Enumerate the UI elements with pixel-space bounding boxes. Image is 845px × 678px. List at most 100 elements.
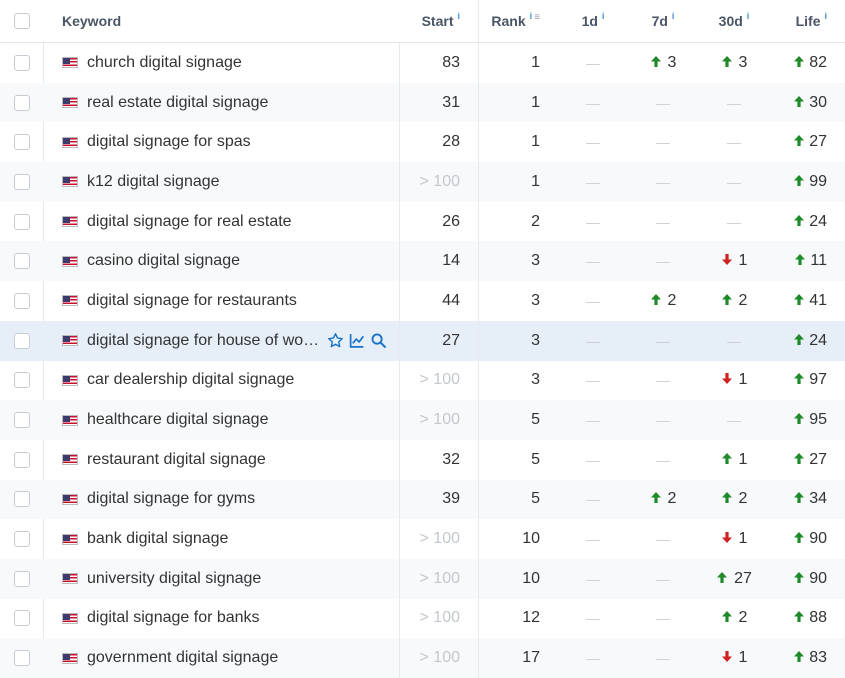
no-change-dash: — bbox=[586, 332, 600, 349]
change-7d-cell: — bbox=[628, 440, 698, 480]
rank-cell: 17 bbox=[522, 649, 540, 667]
keyword-text[interactable]: digital signage for gyms bbox=[87, 490, 255, 508]
header-life[interactable]: Life i bbox=[770, 0, 845, 42]
row-checkbox[interactable] bbox=[14, 94, 30, 111]
trend-chart-icon[interactable] bbox=[348, 332, 366, 349]
change-7d-cell: — bbox=[628, 83, 698, 123]
us-flag-icon bbox=[62, 573, 78, 585]
sort-icon[interactable]: ≡ bbox=[534, 12, 540, 23]
change-value: 3 bbox=[667, 53, 677, 71]
row-checkbox[interactable] bbox=[14, 213, 30, 230]
row-select-cell bbox=[0, 43, 44, 83]
row-checkbox[interactable] bbox=[14, 54, 30, 71]
start-cell: > 100 bbox=[401, 519, 479, 559]
keyword-text[interactable]: real estate digital signage bbox=[87, 94, 268, 112]
select-all-checkbox[interactable] bbox=[14, 13, 30, 29]
row-checkbox[interactable] bbox=[14, 412, 30, 429]
row-checkbox[interactable] bbox=[14, 332, 30, 349]
arrow-up-icon bbox=[793, 531, 805, 547]
no-change-dash: — bbox=[727, 134, 741, 151]
header-1d[interactable]: 1d i bbox=[558, 0, 628, 42]
keyword-text[interactable]: digital signage for banks bbox=[87, 609, 260, 627]
info-icon[interactable]: i bbox=[824, 11, 827, 21]
info-icon[interactable]: i bbox=[672, 11, 675, 21]
arrow-up-icon bbox=[721, 55, 733, 71]
info-icon[interactable]: i bbox=[530, 11, 533, 21]
header-30d[interactable]: 30d i bbox=[698, 0, 770, 42]
keyword-text[interactable]: healthcare digital signage bbox=[87, 411, 268, 429]
table-row[interactable]: church digital signage 83 1 — 3 3 82 bbox=[0, 43, 845, 83]
table-row[interactable]: university digital signage > 100 10 — — 27 90 bbox=[0, 558, 845, 599]
keyword-text[interactable]: restaurant digital signage bbox=[87, 451, 266, 469]
table-row[interactable]: digital signage for gyms 39 5 — 2 2 34 bbox=[0, 479, 845, 520]
keyword-text[interactable]: church digital signage bbox=[87, 54, 242, 72]
header-keyword[interactable]: Keyword bbox=[44, 0, 400, 42]
row-checkbox[interactable] bbox=[14, 451, 30, 468]
change-value: 1 bbox=[738, 371, 748, 389]
life-cell: 99 bbox=[770, 162, 845, 202]
table-row[interactable]: digital signage for real estate 26 2 — — — 24 bbox=[0, 201, 845, 242]
table-row[interactable]: restaurant digital signage 32 5 — — 1 27 bbox=[0, 439, 845, 480]
keyword-text[interactable]: digital signage for restaurants bbox=[87, 292, 297, 310]
table-row[interactable]: digital signage for banks > 100 12 — — 2 88 bbox=[0, 598, 845, 639]
table-row[interactable]: car dealership digital signage > 100 3 — — 1 9… bbox=[0, 360, 845, 401]
keyword-text[interactable]: car dealership digital signage bbox=[87, 371, 294, 389]
keyword-text[interactable]: digital signage for real estate bbox=[87, 213, 292, 231]
header-rank-label: Rank bbox=[491, 13, 526, 29]
table-row[interactable]: government digital signage > 100 17 — — 1 83 bbox=[0, 638, 845, 678]
table-row[interactable]: casino digital signage 14 3— —1 11 bbox=[0, 241, 845, 282]
change-30d-cell: 1 bbox=[698, 519, 770, 559]
rank-cell: 5 bbox=[531, 411, 540, 429]
arrow-up-icon bbox=[793, 55, 805, 71]
table-row[interactable]: real estate digital signage 31 1 — — — 30 bbox=[0, 82, 845, 123]
row-checkbox[interactable] bbox=[14, 253, 30, 270]
row-checkbox[interactable] bbox=[14, 531, 30, 548]
table-row[interactable]: healthcare digital signage > 100 5 — — — 95 bbox=[0, 400, 845, 440]
change-1d-cell: — bbox=[558, 162, 628, 202]
keyword-text[interactable]: digital signage for house of wo… bbox=[87, 332, 319, 350]
search-icon[interactable] bbox=[370, 332, 387, 349]
header-rank[interactable]: Rank i ≡ bbox=[480, 0, 558, 42]
table-row[interactable]: digital signage for spas 28 1 — — — 27 bbox=[0, 122, 845, 163]
table-row[interactable]: digital signage for house of wo… 27 3 — — — 24 bbox=[0, 320, 845, 361]
row-select-cell bbox=[0, 162, 44, 202]
table-row[interactable]: digital signage for restaurants 44 3 — 2 2 41 bbox=[0, 281, 845, 321]
us-flag-icon bbox=[62, 533, 78, 545]
life-cell: 90 bbox=[770, 519, 845, 559]
start-cell: 32 bbox=[401, 439, 479, 480]
keyword-text[interactable]: casino digital signage bbox=[87, 252, 240, 270]
header-30d-label: 30d bbox=[718, 13, 743, 29]
start-cell: 39 bbox=[401, 479, 479, 520]
star-icon[interactable] bbox=[327, 332, 344, 349]
info-icon[interactable]: i bbox=[457, 11, 460, 21]
keyword-text[interactable]: digital signage for spas bbox=[87, 133, 251, 151]
keyword-text[interactable]: bank digital signage bbox=[87, 530, 228, 548]
life-cell: 88 bbox=[770, 599, 845, 639]
change-value: 1 bbox=[738, 530, 748, 548]
row-checkbox[interactable] bbox=[14, 570, 30, 587]
row-checkbox[interactable] bbox=[14, 134, 30, 151]
header-7d[interactable]: 7d i bbox=[628, 0, 698, 42]
row-checkbox[interactable] bbox=[14, 610, 30, 627]
row-checkbox[interactable] bbox=[14, 372, 30, 389]
change-1d-cell: — bbox=[558, 638, 628, 678]
keyword-text[interactable]: university digital signage bbox=[87, 570, 261, 588]
change-30d-cell: 1 bbox=[698, 440, 770, 480]
arrow-up-icon bbox=[721, 293, 733, 309]
arrow-up-icon bbox=[721, 452, 733, 468]
no-change-dash: — bbox=[586, 134, 600, 151]
table-row[interactable]: bank digital signage > 100 10 — — 1 90 bbox=[0, 519, 845, 559]
no-change-dash: — bbox=[656, 570, 670, 587]
keyword-text[interactable]: k12 digital signage bbox=[87, 173, 220, 191]
life-cell: 30 bbox=[770, 83, 845, 123]
keyword-text[interactable]: government digital signage bbox=[87, 649, 278, 667]
info-icon[interactable]: i bbox=[602, 11, 605, 21]
row-checkbox[interactable] bbox=[14, 491, 30, 508]
info-icon[interactable]: i bbox=[747, 11, 750, 21]
table-row[interactable]: k12 digital signage > 100 1 — — — 99 bbox=[0, 162, 845, 202]
row-checkbox[interactable] bbox=[14, 173, 30, 190]
life-cell: 41 bbox=[770, 281, 845, 321]
row-checkbox[interactable] bbox=[14, 292, 30, 309]
header-start[interactable]: Start i bbox=[401, 0, 479, 42]
row-checkbox[interactable] bbox=[14, 650, 30, 667]
